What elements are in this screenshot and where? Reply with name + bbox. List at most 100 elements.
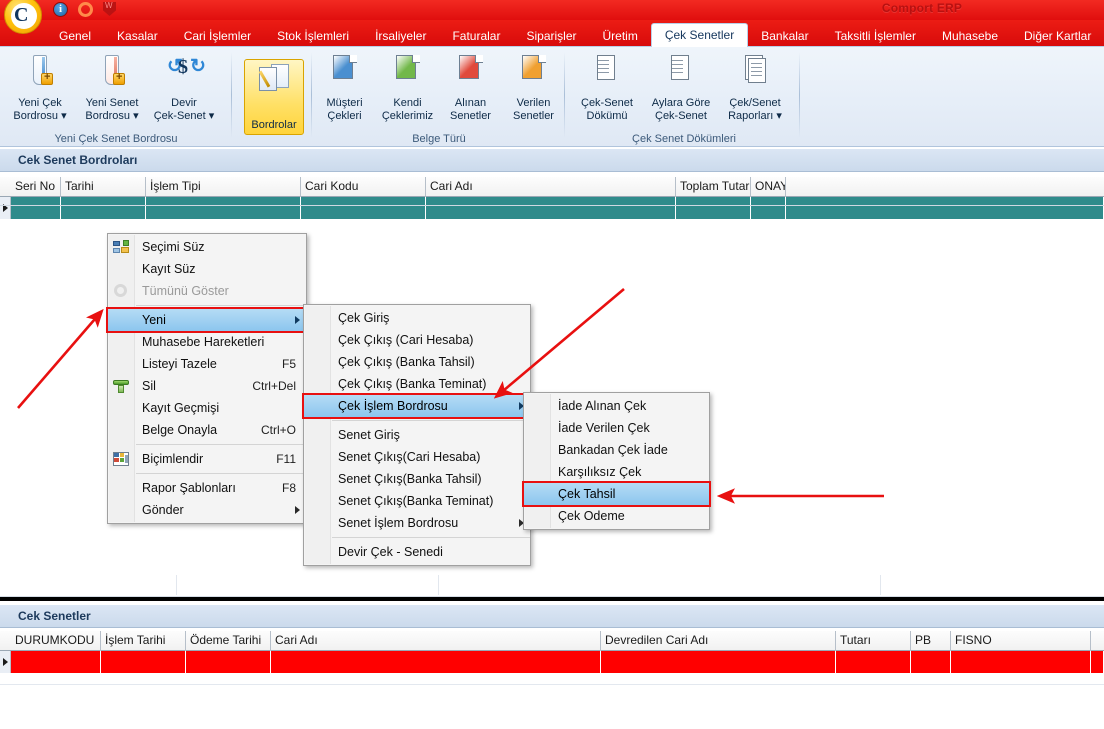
new-submenu[interactable]: Çek Giriş Çek Çıkış (Cari Hesaba) Çek Çıkı… xyxy=(302,304,532,566)
menu-item-yeni[interactable]: Yeni xyxy=(106,307,308,333)
tab-sipari-ler[interactable]: Siparişler xyxy=(513,26,589,47)
tab-stok-i-lemleri[interactable]: Stok İşlemleri xyxy=(264,26,362,47)
table-cell[interactable] xyxy=(601,651,836,673)
ribbon-button-alınan-senetler[interactable]: Alınan Senetler xyxy=(439,51,502,125)
label-line-2: Çek-Senet ▾ xyxy=(153,110,215,122)
menu-item-senet-giriş[interactable]: Senet Giriş xyxy=(304,424,530,446)
table-cell[interactable] xyxy=(186,651,271,673)
column-header-ödeme-tarihi[interactable]: Ödeme Tarihi xyxy=(186,631,271,651)
menu-item-senet-çıkış-banka-teminat[interactable]: Senet Çıkış(Banka Teminat) xyxy=(304,490,530,512)
ribbon-button-yeni-çek-bordrosu[interactable]: Yeni ÇekBordrosu ▾ xyxy=(4,51,76,125)
menu-item-i-ade-alınan-çek[interactable]: İade Alınan Çek xyxy=(524,395,709,417)
ribbon-button-müşteri-çekleri[interactable]: Müşteri Çekleri xyxy=(313,51,376,125)
table-cell[interactable] xyxy=(146,197,301,219)
menu-item-kayıt-süz[interactable]: Kayıt Süz xyxy=(108,258,306,280)
ribbon-button-devir-çek-senet[interactable]: ↺ $ ↻ Devir Çek-Senet ▾ xyxy=(148,51,220,125)
tab-taksitli-i-lemler[interactable]: Taksitli İşlemler xyxy=(822,26,929,47)
menu-item-kayıt-geçmişi[interactable]: Kayıt Geçmişi xyxy=(108,397,306,419)
tab-bankalar[interactable]: Bankalar xyxy=(748,26,821,47)
ribbon-button-yeni-senet-bordrosu[interactable]: Yeni SenetBordrosu ▾ xyxy=(76,51,148,125)
table-cell[interactable] xyxy=(11,651,101,673)
menu-item-senet-i-şlem-bordrosu[interactable]: Senet İşlem Bordrosu xyxy=(304,512,530,534)
menu-item-çek-çıkış-cari-hesaba[interactable]: Çek Çıkış (Cari Hesaba) xyxy=(304,329,530,351)
menu-item-gönder[interactable]: Gönder xyxy=(108,499,306,521)
menu-item-senet-çıkış-cari-hesaba[interactable]: Senet Çıkış(Cari Hesaba) xyxy=(304,446,530,468)
column-header-cari-adı[interactable]: Cari Adı xyxy=(426,177,676,197)
table-cell[interactable] xyxy=(911,651,951,673)
menu-item-çek-çıkış-banka-teminat[interactable]: Çek Çıkış (Banka Teminat) xyxy=(304,373,530,395)
tab-cari-i-lemler[interactable]: Cari İşlemler xyxy=(171,26,264,47)
menu-item-tümünü-göster[interactable]: Tümünü Göster xyxy=(108,280,306,302)
table-cell[interactable] xyxy=(836,651,911,673)
menu-item-sil[interactable]: Sil Ctrl+Del xyxy=(108,375,306,397)
menu-item-belge-onayla[interactable]: Belge Onayla Ctrl+O xyxy=(108,419,306,441)
column-header-tarihi[interactable]: Tarihi xyxy=(61,177,146,197)
column-header-cari-kodu[interactable]: Cari Kodu xyxy=(301,177,426,197)
tab-i-rsaliyeler[interactable]: İrsaliyeler xyxy=(362,26,439,47)
menu-item-rapor-şablonları[interactable]: Rapor Şablonları F8 xyxy=(108,477,306,499)
table-row[interactable] xyxy=(11,651,1104,673)
menu-item-devir-çek-senedi[interactable]: Devir Çek - Senedi xyxy=(304,541,530,563)
menu-item-i-ade-verilen-çek[interactable]: İade Verilen Çek xyxy=(524,417,709,439)
menu-item-çek-odeme[interactable]: Çek Odeme xyxy=(524,505,709,527)
ribbon-button-verilen-senetler[interactable]: Verilen Senetler xyxy=(502,51,565,125)
menu-item-seçimi-süz[interactable]: Seçimi Süz xyxy=(108,236,306,258)
table-cell[interactable] xyxy=(11,197,61,219)
ribbon-button-aylara-göre-çek-senet[interactable]: Aylara Göre Çek-Senet xyxy=(644,51,718,125)
row-indicator[interactable] xyxy=(0,651,11,673)
tab-kasalar[interactable]: Kasalar xyxy=(104,26,171,47)
menu-item-bankadan-çek-i-ade[interactable]: Bankadan Çek İade xyxy=(524,439,709,461)
column-header-durumkodu[interactable]: DURUMKODU xyxy=(11,631,101,651)
table-cell[interactable] xyxy=(951,651,1091,673)
menu-item-çek-çıkış-banka-tahsil[interactable]: Çek Çıkış (Banka Tahsil) xyxy=(304,351,530,373)
ribbon-button-kendi-çeklerimiz[interactable]: Kendi Çeklerimiz xyxy=(376,51,439,125)
column-header-fisno[interactable]: FISNO xyxy=(951,631,1091,651)
ribbon-button-çek-senet-dökümü[interactable]: Çek-Senet Dökümü xyxy=(570,51,644,125)
column-header-i-şlem-tarihi[interactable]: İşlem Tarihi xyxy=(101,631,186,651)
column-header-devredilen-cari-adı[interactable]: Devredilen Cari Adı xyxy=(601,631,836,651)
column-header-toplam-tutar[interactable]: Toplam Tutar xyxy=(676,177,751,197)
context-menu[interactable]: Seçimi Süz Kayıt Süz Tümünü Göster Yeni Muha… xyxy=(106,233,308,524)
menu-item-senet-çıkış-banka-tahsil[interactable]: Senet Çıkış(Banka Tahsil) xyxy=(304,468,530,490)
table-cell[interactable] xyxy=(676,197,751,219)
menu-item-çek-giriş[interactable]: Çek Giriş xyxy=(304,307,530,329)
tab-di-er-kartlar[interactable]: Diğer Kartlar xyxy=(1011,26,1104,47)
column-header-onay[interactable]: ONAY xyxy=(751,177,786,197)
tab-retim[interactable]: Üretim xyxy=(590,26,651,47)
table-cell[interactable] xyxy=(426,197,676,219)
column-header-seri-no[interactable]: Seri No xyxy=(11,177,61,197)
label-line-2: Dökümü xyxy=(586,110,628,122)
row-indicator[interactable] xyxy=(0,197,11,219)
table-row[interactable] xyxy=(11,197,1104,219)
table-cell[interactable] xyxy=(751,197,786,219)
menu-item-karşılıksız-çek[interactable]: Karşılıksız Çek xyxy=(524,461,709,483)
info-icon[interactable] xyxy=(53,2,68,17)
ribbon-button-çek-senet-raporları[interactable]: Çek/Senet Raporları ▾ xyxy=(718,51,792,125)
table-cell[interactable] xyxy=(301,197,426,219)
ribbon-group-separator xyxy=(564,52,565,138)
menu-item-biçimlendir[interactable]: Biçimlendir F11 xyxy=(108,448,306,470)
menu-item-çek-tahsil[interactable]: Çek Tahsil xyxy=(522,481,711,507)
check-operation-submenu[interactable]: İade Alınan Çek İade Verilen Çek Bankadan … xyxy=(522,392,711,530)
ribbon-button-label: Kendi Çeklerimiz xyxy=(376,97,439,123)
column-header-tutarı[interactable]: Tutarı xyxy=(836,631,911,651)
column-header-pb[interactable]: PB xyxy=(911,631,951,651)
tab-ek-senetler[interactable]: Çek Senetler xyxy=(650,23,749,47)
bottom-panel-title: Cek Senetler xyxy=(18,609,91,623)
tab-genel[interactable]: Genel xyxy=(46,26,104,47)
menu-item-çek-i-şlem-bordrosu[interactable]: Çek İşlem Bordrosu xyxy=(302,393,532,419)
panel-splitter[interactable] xyxy=(0,597,1104,601)
cek-senetler-grid[interactable]: DURUMKODU İşlem Tarihi Ödeme Tarihi Cari Ad… xyxy=(0,631,1104,673)
menu-item-listeyi-tazele[interactable]: Listeyi Tazele F5 xyxy=(108,353,306,375)
column-header-cari-adı[interactable]: Cari Adı xyxy=(271,631,601,651)
tab-faturalar[interactable]: Faturalar xyxy=(439,26,513,47)
column-header-i-şlem-tipi[interactable]: İşlem Tipi xyxy=(146,177,301,197)
refresh-ring-icon[interactable] xyxy=(78,2,93,17)
cek-senet-bordrolari-grid[interactable]: Seri No Tarihi İşlem Tipi Cari Kodu Cari Adı… xyxy=(0,177,1104,219)
ribbon-button-bordrolar[interactable]: Bordrolar xyxy=(244,59,304,135)
table-cell[interactable] xyxy=(101,651,186,673)
table-cell[interactable] xyxy=(271,651,601,673)
table-cell[interactable] xyxy=(61,197,146,219)
tab-muhasebe[interactable]: Muhasebe xyxy=(929,26,1011,47)
menu-item-muhasebe-hareketleri[interactable]: Muhasebe Hareketleri xyxy=(108,331,306,353)
